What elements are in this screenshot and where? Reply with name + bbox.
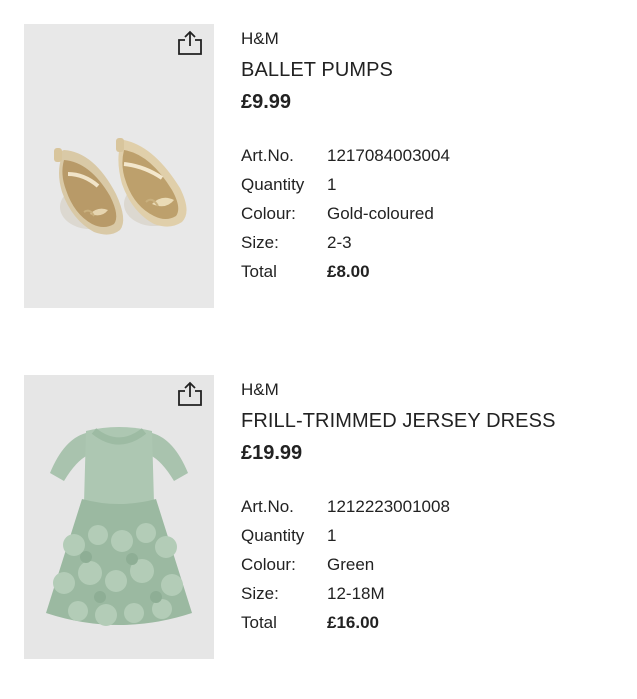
- product-price: £19.99: [241, 442, 303, 464]
- brand-label: H&M: [241, 380, 279, 399]
- share-icon[interactable]: [175, 379, 205, 409]
- green-frill-dress-photo: [24, 375, 214, 659]
- brand-label: H&M: [241, 29, 279, 48]
- spec-label: Colour:: [241, 555, 296, 574]
- product-name[interactable]: FRILL-TRIMMED JERSEY DRESS: [241, 409, 556, 433]
- spec-label: Art.No.: [241, 497, 294, 516]
- spec-value: 1: [327, 175, 337, 194]
- product-image[interactable]: [24, 375, 214, 659]
- spec-label: Total: [241, 262, 277, 281]
- share-icon[interactable]: [175, 28, 205, 58]
- product-image[interactable]: [24, 24, 214, 308]
- gold-ballet-pumps-photo: [24, 24, 214, 308]
- spec-value: 12-18M: [327, 584, 385, 603]
- spec-label: Size:: [241, 233, 279, 252]
- total-price: £8.00: [327, 262, 370, 281]
- spec-label: Art.No.: [241, 146, 294, 165]
- spec-value: 1: [327, 526, 337, 545]
- spec-label: Colour:: [241, 204, 296, 223]
- spec-label: Quantity: [241, 175, 305, 194]
- spec-value: 1212223001008: [327, 497, 450, 516]
- total-price: £16.00: [327, 613, 379, 632]
- product-price: £9.99: [241, 91, 292, 113]
- spec-value: Gold-coloured: [327, 204, 434, 223]
- spec-label: Total: [241, 613, 277, 632]
- spec-value: Green: [327, 555, 375, 574]
- spec-label: Size:: [241, 584, 279, 603]
- spec-value: 2-3: [327, 233, 352, 252]
- spec-label: Quantity: [241, 526, 305, 545]
- spec-value: 1217084003004: [327, 146, 450, 165]
- product-name[interactable]: BALLET PUMPS: [241, 58, 393, 82]
